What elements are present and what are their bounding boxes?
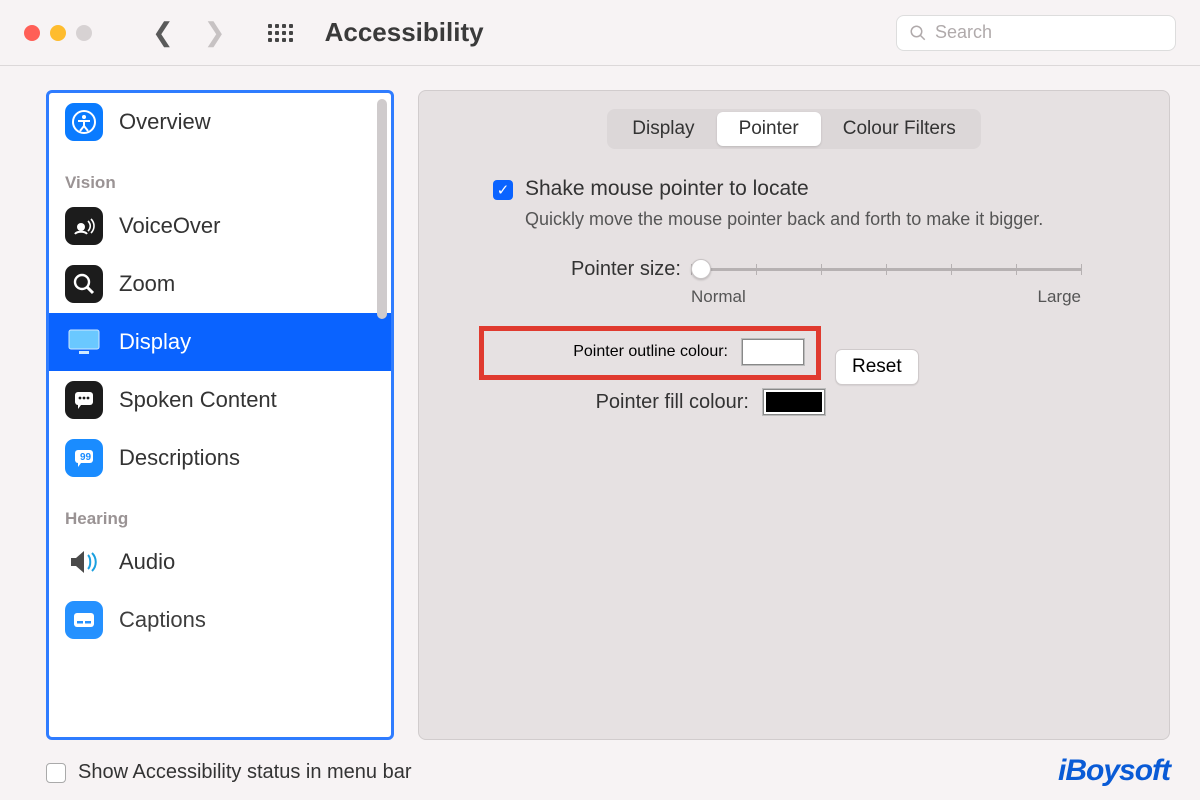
slider-thumb[interactable] [691, 259, 711, 279]
sidebar-item-label: Captions [119, 607, 206, 633]
display-icon [65, 323, 103, 361]
fill-colour-row: Pointer fill colour: [497, 389, 1139, 415]
voiceover-icon [65, 207, 103, 245]
search-input[interactable]: Search [896, 15, 1176, 51]
pointer-size-row: Pointer size: [543, 257, 1139, 281]
descriptions-icon: 99 [65, 439, 103, 477]
outline-colour-label: Pointer outline colour: [496, 343, 728, 361]
body: Overview Vision VoiceOver Zoom [0, 66, 1200, 800]
pointer-size-slider[interactable] [691, 257, 1081, 281]
sidebar-heading-vision: Vision [49, 151, 391, 197]
sidebar-item-label: Zoom [119, 271, 175, 297]
sidebar-item-label: Descriptions [119, 445, 240, 471]
sidebar-item-display[interactable]: Display [49, 313, 391, 371]
shake-checkbox[interactable]: ✓ [493, 180, 513, 200]
search-icon [909, 24, 927, 42]
nav-arrows: ❮ ❯ [152, 17, 226, 48]
search-placeholder: Search [935, 22, 992, 43]
footer-option: Show Accessibility status in menu bar [46, 761, 412, 784]
sidebar-item-label: Display [119, 329, 191, 355]
window-controls [24, 25, 92, 41]
shake-label: Shake mouse pointer to locate [525, 177, 809, 201]
all-prefs-icon[interactable] [268, 24, 293, 42]
sidebar-item-label: Overview [119, 109, 211, 135]
slider-min-label: Normal [691, 287, 746, 307]
tab-pointer[interactable]: Pointer [717, 112, 821, 146]
shake-option-row: ✓ Shake mouse pointer to locate [493, 177, 1139, 201]
forward-button: ❯ [204, 17, 226, 48]
sidebar-item-voiceover[interactable]: VoiceOver [49, 197, 391, 255]
slider-max-label: Large [1038, 287, 1081, 307]
sidebar-item-zoom[interactable]: Zoom [49, 255, 391, 313]
tab-bar: Display Pointer Colour Filters [607, 109, 981, 149]
scrollbar[interactable] [377, 99, 387, 319]
close-icon[interactable] [24, 25, 40, 41]
zoom-icon [65, 265, 103, 303]
maximize-icon [76, 25, 92, 41]
sidebar-item-audio[interactable]: Audio [49, 533, 391, 591]
status-menubar-label: Show Accessibility status in menu bar [78, 761, 412, 784]
overview-icon [65, 103, 103, 141]
audio-icon [65, 543, 103, 581]
shake-description: Quickly move the mouse pointer back and … [525, 207, 1085, 231]
settings-pane: Display Pointer Colour Filters ✓ Shake m… [418, 90, 1170, 740]
highlight-box: Pointer outline colour: [479, 326, 821, 380]
page-title: Accessibility [325, 17, 484, 48]
spoken-content-icon [65, 381, 103, 419]
tab-colour-filters[interactable]: Colour Filters [821, 112, 978, 146]
reset-button[interactable]: Reset [835, 349, 919, 385]
watermark: iBoysoft [1058, 754, 1170, 788]
sidebar-heading-hearing: Hearing [49, 487, 391, 533]
sidebar-item-label: Audio [119, 549, 175, 575]
sidebar: Overview Vision VoiceOver Zoom [46, 90, 394, 740]
svg-text:99: 99 [80, 452, 92, 463]
slider-range-labels: Normal Large [691, 287, 1081, 307]
minimize-icon[interactable] [50, 25, 66, 41]
back-button[interactable]: ❮ [152, 17, 174, 48]
sidebar-item-spoken-content[interactable]: Spoken Content [49, 371, 391, 429]
pointer-size-label: Pointer size: [543, 258, 681, 281]
sidebar-item-captions[interactable]: Captions [49, 591, 391, 649]
fill-colour-swatch[interactable] [763, 389, 825, 415]
sidebar-item-label: VoiceOver [119, 213, 221, 239]
sidebar-item-descriptions[interactable]: 99 Descriptions [49, 429, 391, 487]
sidebar-item-label: Spoken Content [119, 387, 277, 413]
sidebar-item-overview[interactable]: Overview [49, 93, 391, 151]
status-menubar-checkbox[interactable] [46, 763, 66, 783]
captions-icon [65, 601, 103, 639]
accessibility-window: ❮ ❯ Accessibility Search Overview [0, 0, 1200, 800]
titlebar: ❮ ❯ Accessibility Search [0, 0, 1200, 66]
fill-colour-label: Pointer fill colour: [497, 391, 749, 414]
tab-display[interactable]: Display [610, 112, 716, 146]
outline-colour-swatch[interactable] [742, 339, 804, 365]
